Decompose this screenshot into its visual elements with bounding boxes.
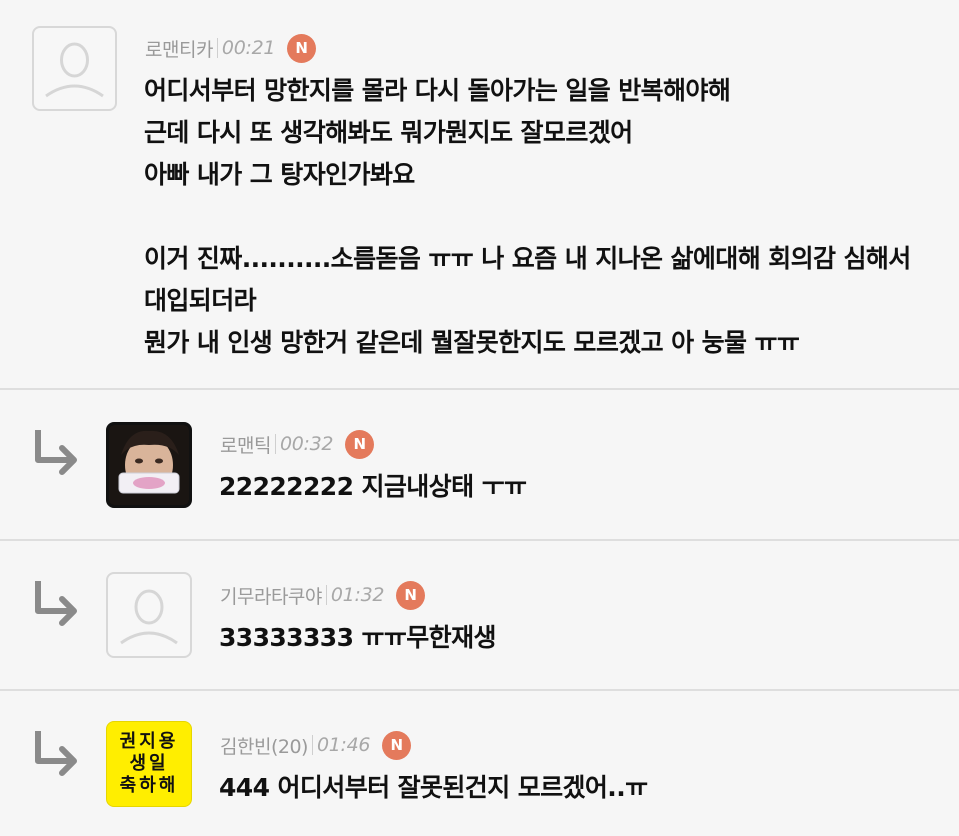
timestamp: 00:32 bbox=[279, 433, 334, 455]
comment-line: 대입되더라 bbox=[144, 286, 257, 315]
photo-avatar[interactable] bbox=[106, 422, 192, 508]
meta-divider bbox=[311, 735, 313, 755]
new-badge: N bbox=[287, 33, 317, 63]
comment-meta: 기무라타쿠야 01:32 N bbox=[220, 578, 426, 612]
yellow-text-avatar[interactable]: 권지용 생일 축하해 bbox=[106, 721, 192, 807]
comment-body: 어디서부터 망한지를 몰라 다시 돌아가는 일을 반복해야해 근데 다시 또 생… bbox=[144, 70, 911, 364]
avatar-text-line: 권지용 bbox=[119, 731, 179, 752]
nickname[interactable]: 기무라타쿠야 bbox=[220, 582, 322, 609]
default-profile-icon bbox=[45, 42, 104, 98]
meta-divider bbox=[274, 434, 276, 454]
timestamp: 01:46 bbox=[316, 734, 371, 756]
comment-line: 33333333 ㅠㅠ무한재생 bbox=[219, 623, 496, 652]
avatar[interactable] bbox=[32, 26, 117, 111]
comment-meta: 로맨티카 00:21 N bbox=[145, 31, 317, 65]
default-profile-icon bbox=[120, 589, 178, 645]
timestamp: 01:32 bbox=[330, 584, 385, 606]
new-badge: N bbox=[396, 580, 426, 610]
comment-item: 로맨티카 00:21 N 어디서부터 망한지를 몰라 다시 돌아가는 일을 반복… bbox=[0, 0, 959, 388]
meta-divider bbox=[216, 38, 218, 58]
comment-thread: 로맨티카 00:21 N 어디서부터 망한지를 몰라 다시 돌아가는 일을 반복… bbox=[0, 0, 959, 836]
reply-arrow-icon bbox=[35, 581, 77, 626]
avatar-text-line: 생일 bbox=[129, 753, 169, 774]
avatar-text-line: 축하해 bbox=[119, 775, 179, 796]
reply-item: 기무라타쿠야 01:32 N 33333333 ㅠㅠ무한재생 bbox=[0, 541, 959, 689]
nickname[interactable]: 로맨틱 bbox=[220, 431, 271, 458]
meta-divider bbox=[325, 585, 327, 605]
reply-arrow-icon bbox=[35, 430, 77, 475]
comment-line: 뭔가 내 인생 망한거 같은데 뭘잘못한지도 모르겠고 아 눙물 ㅠㅠ bbox=[144, 328, 800, 357]
reply-arrow-icon bbox=[35, 731, 77, 776]
comment-line: 444 어디서부터 잘못된건지 모르겠어..ㅠ bbox=[219, 773, 648, 802]
comment-body: 444 어디서부터 잘못된건지 모르겠어..ㅠ bbox=[219, 767, 648, 809]
comment-meta: 로맨틱 00:32 N bbox=[220, 427, 375, 461]
comment-meta: 김한빈(20) 01:46 N bbox=[220, 728, 412, 762]
new-badge: N bbox=[345, 429, 375, 459]
comment-body: 33333333 ㅠㅠ무한재생 bbox=[219, 617, 496, 659]
avatar[interactable] bbox=[106, 572, 192, 658]
comment-line: 아빠 내가 그 탕자인가봐요 bbox=[144, 160, 415, 189]
reply-item: 로맨틱 00:32 N 22222222 지금내상태 ㅜㅠ bbox=[0, 390, 959, 539]
comment-line: 이거 진짜..........소름돋음 ㅠㅠ 나 요즘 내 지나온 삶에대해 회… bbox=[144, 244, 911, 273]
comment-line: 어디서부터 망한지를 몰라 다시 돌아가는 일을 반복해야해 bbox=[144, 76, 731, 105]
new-badge: N bbox=[382, 730, 412, 760]
comment-line: 근데 다시 또 생각해봐도 뭐가뭔지도 잘모르겠어 bbox=[144, 118, 633, 147]
nickname[interactable]: 김한빈(20) bbox=[220, 732, 308, 759]
comment-body: 22222222 지금내상태 ㅜㅠ bbox=[219, 466, 527, 508]
comment-line bbox=[144, 196, 911, 238]
nickname[interactable]: 로맨티카 bbox=[145, 35, 213, 62]
reply-item: 권지용 생일 축하해 김한빈(20) 01:46 N 444 어디서부터 잘못된… bbox=[0, 691, 959, 836]
timestamp: 00:21 bbox=[221, 37, 276, 59]
avatar-photo-image bbox=[109, 425, 189, 505]
comment-line: 22222222 지금내상태 ㅜㅠ bbox=[219, 472, 527, 501]
